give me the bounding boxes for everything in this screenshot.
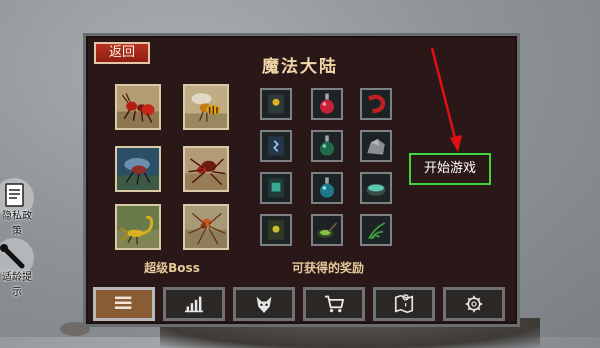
- blue-mosquito-icon: [117, 148, 159, 190]
- red-arrow-indicator: [430, 47, 462, 152]
- reward-green-potion: [311, 130, 343, 162]
- privacy-policy-label: 隐私政策: [2, 211, 32, 237]
- enemy-red-ant: [115, 84, 161, 130]
- reward-gray-stone: [360, 130, 392, 162]
- nav-settings-button[interactable]: [443, 287, 505, 321]
- orange-spider-icon: [185, 206, 227, 248]
- green-potion-icon: [320, 135, 334, 156]
- enemy-wasp: [183, 84, 229, 130]
- reward-blue-book: [260, 130, 292, 162]
- reward-red-potion: [311, 88, 343, 120]
- reward-green-herb: [360, 214, 392, 246]
- nav-map-button[interactable]: [373, 287, 435, 321]
- nav-menu-button[interactable]: [93, 287, 155, 321]
- red-shrimp-icon: [368, 94, 386, 114]
- gray-stone-icon: [367, 139, 385, 155]
- reward-teal-potion: [311, 172, 343, 204]
- red-potion-icon: [320, 93, 334, 114]
- back-button[interactable]: 返回: [94, 42, 150, 64]
- nav-wolf-button[interactable]: [233, 287, 295, 321]
- nav-stats-button[interactable]: [163, 287, 225, 321]
- cart-icon: [324, 295, 345, 313]
- gear-icon: [465, 295, 483, 313]
- boss-label: 超级Boss: [144, 261, 200, 275]
- reward-teal-bowl: [360, 172, 392, 204]
- yellow-book-icon: [268, 94, 284, 114]
- reward-teal-book: [260, 172, 292, 204]
- age-rating-label: 适龄提示: [2, 272, 32, 298]
- enemy-red-spider: [183, 146, 229, 192]
- wasp-icon: [185, 86, 227, 128]
- map-icon: [394, 294, 414, 314]
- wolf-icon: [256, 296, 272, 314]
- enemy-blue-mosquito: [115, 146, 161, 192]
- scorpion-icon: [117, 206, 159, 248]
- reward-yellow-green-book: [260, 214, 292, 246]
- teal-book-icon: [268, 178, 284, 198]
- reward-red-shrimp: [360, 88, 392, 120]
- red-spider-icon: [185, 148, 227, 190]
- enemy-orange-spider: [183, 204, 229, 250]
- enemy-scorpion: [115, 204, 161, 250]
- yellow-green-book-icon: [268, 220, 284, 240]
- green-mortar-icon: [317, 222, 338, 238]
- nav-shop-button[interactable]: [303, 287, 365, 321]
- reward-green-mortar: [311, 214, 343, 246]
- stats-icon: [184, 296, 204, 313]
- green-herb-icon: [368, 222, 386, 240]
- level-title: 魔法大陆: [262, 57, 338, 77]
- menu-icon: [114, 296, 132, 309]
- teal-potion-icon: [320, 177, 334, 198]
- red-ant-icon: [117, 86, 159, 128]
- teal-bowl-icon: [366, 183, 386, 196]
- rewards-label: 可获得的奖励: [291, 261, 364, 275]
- blue-book-icon: [268, 136, 284, 156]
- reward-yellow-book: [260, 88, 292, 120]
